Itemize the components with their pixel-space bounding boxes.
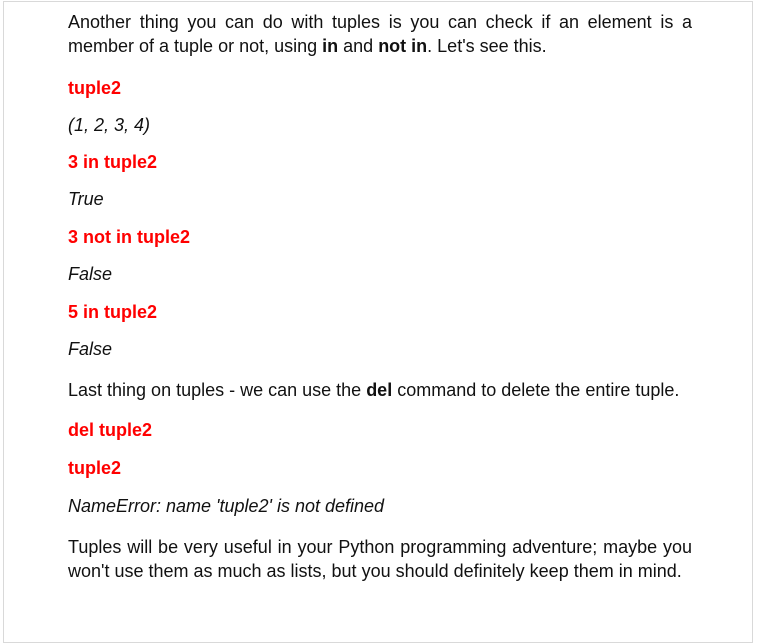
code-line: tuple2 (68, 458, 122, 478)
intro-text: . Let's see this. (427, 36, 547, 56)
code-line: tuple2 (68, 78, 122, 98)
code-line: 5 in tuple2 (68, 302, 158, 322)
output-line: True (68, 189, 104, 209)
output-line: False (68, 264, 113, 284)
closing-paragraph: Tuples will be very useful in your Pytho… (68, 537, 692, 581)
intro-paragraph: Another thing you can do with tuples is … (68, 10, 692, 58)
code-line: 3 not in tuple2 (68, 227, 191, 247)
error-output-line: NameError: name 'tuple2' is not defined (68, 496, 385, 516)
del-text: Last thing on tuples - we can use the (68, 380, 367, 400)
del-paragraph: Last thing on tuples - we can use the de… (68, 378, 692, 402)
keyword-del: del (366, 380, 393, 400)
output-line: (1, 2, 3, 4) (68, 115, 151, 135)
code-line: 3 in tuple2 (68, 152, 158, 172)
keyword-not-in: not in (378, 36, 428, 56)
output-line: False (68, 339, 113, 359)
del-text: command to delete the entire tuple. (392, 380, 680, 400)
keyword-in: in (322, 36, 339, 56)
intro-text: and (338, 36, 379, 56)
code-line: del tuple2 (68, 420, 153, 440)
